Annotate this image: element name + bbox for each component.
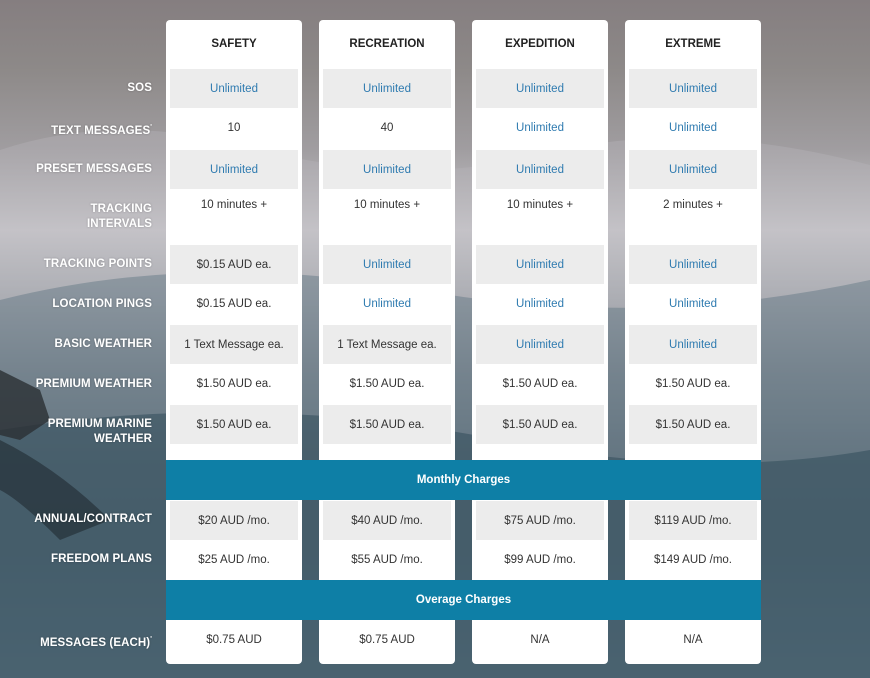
plan-column-extreme: EXTREME Unlimited Unlimited Unlimited 2 … bbox=[625, 20, 761, 664]
cell-safety-sos: Unlimited bbox=[170, 69, 298, 108]
cell-extreme-freedom-plans: $149 AUD /mo. bbox=[654, 554, 732, 566]
row-label-messages-each: MESSAGES (EACH)' bbox=[40, 636, 152, 649]
cell-expedition-annual-contract: $75 AUD /mo. bbox=[476, 501, 604, 540]
cell-expedition-tracking-intervals: 10 minutes + bbox=[506, 199, 574, 211]
plan-header-safety: SAFETY bbox=[211, 38, 257, 50]
cell-expedition-premium-marine-weather: $1.50 AUD ea. bbox=[476, 405, 604, 444]
cell-expedition-freedom-plans: $99 AUD /mo. bbox=[504, 554, 576, 566]
cell-expedition-basic-weather: Unlimited bbox=[476, 325, 604, 364]
cell-recreation-preset-messages: Unlimited bbox=[323, 150, 451, 189]
cell-safety-tracking-intervals: 10 minutes + bbox=[200, 199, 268, 211]
cell-expedition-location-pings: Unlimited bbox=[516, 298, 564, 310]
cell-extreme-premium-weather: $1.50 AUD ea. bbox=[655, 378, 731, 390]
cell-expedition-preset-messages: Unlimited bbox=[476, 150, 604, 189]
cell-extreme-annual-contract: $119 AUD /mo. bbox=[629, 501, 757, 540]
section-title-monthly: Monthly Charges bbox=[416, 474, 511, 486]
cell-expedition-text-messages: Unlimited bbox=[516, 122, 564, 134]
plan-header-extreme: EXTREME bbox=[665, 38, 721, 50]
plan-header-expedition: EXPEDITION bbox=[505, 38, 575, 50]
section-band-monthly-charges: Monthly Charges bbox=[166, 460, 761, 500]
cell-extreme-premium-marine-weather: $1.50 AUD ea. bbox=[629, 405, 757, 444]
plan-header-recreation: RECREATION bbox=[349, 38, 425, 50]
row-label-tracking-points: TRACKING POINTS bbox=[43, 258, 152, 270]
cell-safety-location-pings: $0.15 AUD ea. bbox=[196, 298, 272, 310]
row-label-preset-messages: PRESET MESSAGES bbox=[36, 163, 152, 175]
section-title-overage: Overage Charges bbox=[415, 594, 512, 606]
row-label-premium-weather: PREMIUM WEATHER bbox=[35, 378, 152, 390]
cell-recreation-annual-contract: $40 AUD /mo. bbox=[323, 501, 451, 540]
cell-expedition-sos: Unlimited bbox=[476, 69, 604, 108]
cell-recreation-messages-each: $0.75 AUD bbox=[359, 634, 415, 646]
cell-recreation-tracking-intervals: 10 minutes + bbox=[353, 199, 421, 211]
row-label-sos: SOS bbox=[127, 82, 152, 94]
cell-expedition-premium-weather: $1.50 AUD ea. bbox=[502, 378, 578, 390]
plan-column-safety: SAFETY Unlimited 10 Unlimited 10 minutes… bbox=[166, 20, 302, 664]
footnote-mark: ' bbox=[150, 124, 152, 131]
cell-recreation-tracking-points: Unlimited bbox=[323, 245, 451, 284]
cell-extreme-tracking-points: Unlimited bbox=[629, 245, 757, 284]
cell-recreation-sos: Unlimited bbox=[323, 69, 451, 108]
row-label-freedom-plans: FREEDOM PLANS bbox=[51, 553, 152, 565]
cell-recreation-text-messages: 40 bbox=[380, 122, 394, 134]
cell-recreation-location-pings: Unlimited bbox=[363, 298, 411, 310]
cell-expedition-messages-each: N/A bbox=[530, 634, 550, 646]
plan-column-expedition: EXPEDITION Unlimited Unlimited Unlimited… bbox=[472, 20, 608, 664]
cell-expedition-tracking-points: Unlimited bbox=[476, 245, 604, 284]
cell-extreme-tracking-intervals: 2 minutes + bbox=[663, 199, 723, 211]
cell-extreme-text-messages: Unlimited bbox=[669, 122, 717, 134]
cell-safety-messages-each: $0.75 AUD bbox=[206, 634, 262, 646]
plan-column-recreation: RECREATION Unlimited 40 Unlimited 10 min… bbox=[319, 20, 455, 664]
cell-safety-annual-contract: $20 AUD /mo. bbox=[170, 501, 298, 540]
cell-safety-premium-marine-weather: $1.50 AUD ea. bbox=[170, 405, 298, 444]
cell-safety-tracking-points: $0.15 AUD ea. bbox=[170, 245, 298, 284]
section-band-overage-charges: Overage Charges bbox=[166, 580, 761, 620]
row-label-tracking-intervals: TRACKING INTERVALS bbox=[86, 203, 152, 230]
cell-extreme-messages-each: N/A bbox=[683, 634, 703, 646]
cell-safety-freedom-plans: $25 AUD /mo. bbox=[198, 554, 270, 566]
cell-safety-premium-weather: $1.50 AUD ea. bbox=[196, 378, 272, 390]
cell-safety-basic-weather: 1 Text Message ea. bbox=[170, 325, 298, 364]
row-label-text-messages: TEXT MESSAGES' bbox=[51, 124, 152, 137]
footnote-mark: ' bbox=[150, 636, 152, 643]
row-label-annual-contract: ANNUAL/CONTRACT bbox=[34, 513, 152, 525]
cell-safety-text-messages: 10 bbox=[227, 122, 241, 134]
cell-recreation-freedom-plans: $55 AUD /mo. bbox=[351, 554, 423, 566]
cell-recreation-premium-marine-weather: $1.50 AUD ea. bbox=[323, 405, 451, 444]
cell-recreation-basic-weather: 1 Text Message ea. bbox=[323, 325, 451, 364]
row-label-location-pings: LOCATION PINGS bbox=[52, 298, 152, 310]
row-label-basic-weather: BASIC WEATHER bbox=[54, 338, 152, 350]
cell-recreation-premium-weather: $1.50 AUD ea. bbox=[349, 378, 425, 390]
row-label-premium-marine-weather: PREMIUM MARINE WEATHER bbox=[47, 418, 152, 445]
cell-extreme-location-pings: Unlimited bbox=[669, 298, 717, 310]
cell-extreme-basic-weather: Unlimited bbox=[629, 325, 757, 364]
cell-extreme-sos: Unlimited bbox=[629, 69, 757, 108]
cell-extreme-preset-messages: Unlimited bbox=[629, 150, 757, 189]
cell-safety-preset-messages: Unlimited bbox=[170, 150, 298, 189]
